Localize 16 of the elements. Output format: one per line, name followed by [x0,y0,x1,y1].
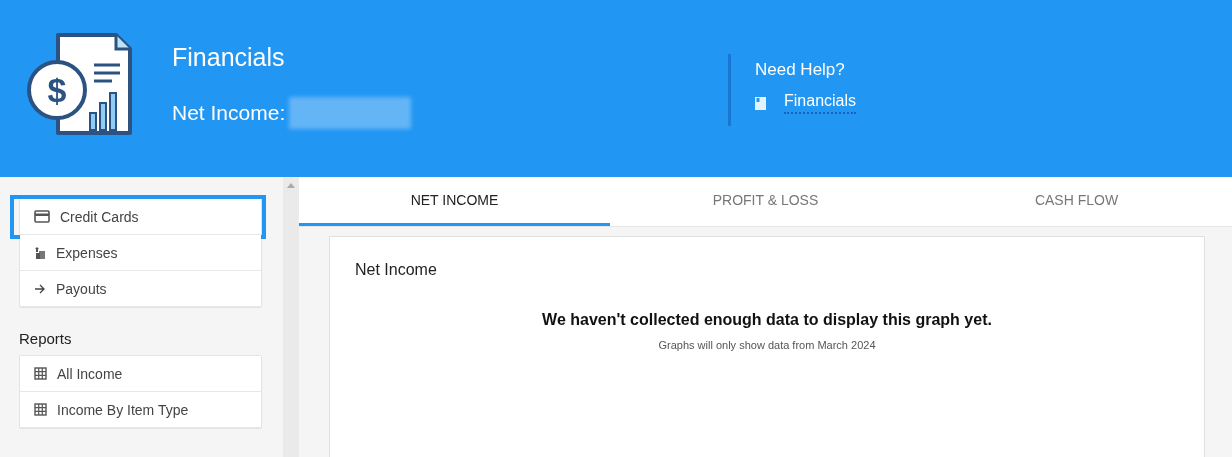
credit-card-icon [34,210,50,223]
book-icon [755,96,766,110]
empty-note: Graphs will only show data from March 2024 [658,339,876,351]
sidebar-item[interactable]: Expenses [20,235,261,271]
page-title: Financials [172,43,285,72]
empty-message: We haven't collected enough data to display this graph yet. [542,311,992,328]
money-stack-icon [34,245,46,260]
table-icon [34,403,47,416]
table-icon [34,367,47,380]
section-heading: Reports [19,330,72,347]
help-heading: Need Help? [755,60,845,80]
sidebar-item[interactable]: All Income [20,356,261,392]
sidebar-item[interactable]: Credit Cards [20,199,261,235]
card-title: Net Income [355,261,437,278]
arrow-right-icon [34,283,46,294]
net-income-label: Net Income: [172,101,286,125]
